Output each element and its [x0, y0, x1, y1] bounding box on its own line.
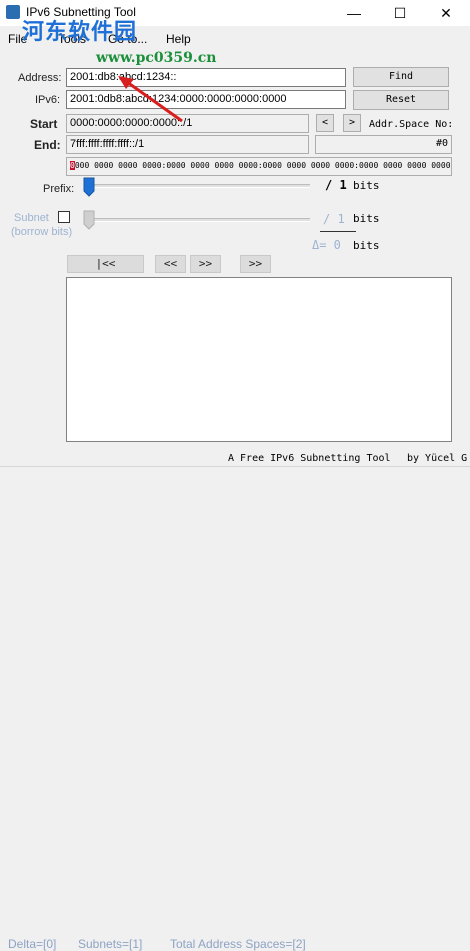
footer-author: by Yücel G: [407, 453, 468, 464]
prefix-slider-thumb[interactable]: [83, 177, 95, 197]
addr-space-label: Addr.Space No:: [369, 119, 454, 130]
find-button[interactable]: Find: [353, 67, 449, 87]
bits-display: 0000 0000 0000 0000:0000 0000 0000 0000:…: [66, 157, 452, 176]
subnet-slider-thumb[interactable]: [83, 210, 95, 230]
delta-value: Δ= 0: [312, 238, 341, 252]
status-delta: Delta=[0]: [8, 937, 57, 951]
maximize-button[interactable]: ☐: [377, 0, 423, 26]
results-list[interactable]: [66, 277, 452, 442]
next-space-button[interactable]: >: [343, 114, 361, 132]
prefix-unit: bits: [353, 179, 380, 192]
addr-space-number: #0: [315, 135, 452, 154]
prefix-value: / 1: [325, 178, 347, 192]
end-label: End:: [34, 138, 61, 152]
watermark-url: www.pc0359.cn: [96, 50, 217, 66]
subnet-checkbox[interactable]: [58, 211, 70, 223]
minimize-button[interactable]: —: [331, 0, 377, 26]
ipv6-field: 2001:0db8:abcd:1234:0000:0000:0000:0000: [66, 90, 346, 109]
last-page-button[interactable]: >>: [240, 255, 271, 273]
status-subnets: Subnets=[1]: [78, 937, 143, 951]
remaining-bits: 000 0000 0000 0000:0000 0000 0000 0000:0…: [74, 161, 451, 170]
start-field: 0000:0000:0000:0000::/1: [66, 114, 309, 133]
status-total: Total Address Spaces=[2]: [170, 937, 306, 951]
subnet-unit: bits: [353, 212, 380, 225]
address-label: Address:: [18, 72, 62, 84]
subnet-borrow-label: (borrow bits): [11, 226, 73, 238]
end-field: 7fff:ffff:ffff:ffff::/1: [66, 135, 309, 154]
prev-page-button[interactable]: <<: [155, 255, 186, 273]
prefix-track: [84, 184, 310, 188]
subnet-value: / 1: [323, 212, 345, 226]
app-icon: [6, 5, 20, 19]
menu-help[interactable]: Help: [166, 32, 191, 46]
start-label: Start: [30, 117, 58, 131]
first-page-button[interactable]: |<<: [67, 255, 144, 273]
prefix-label: Prefix:: [43, 183, 75, 195]
address-input[interactable]: 2001:db8:abcd:1234::: [66, 68, 346, 87]
subnet-label: Subnet: [14, 212, 49, 224]
watermark-text: 河东软件园: [22, 19, 138, 45]
footer-tagline: A Free IPv6 Subnetting Tool: [228, 453, 391, 464]
status-bar: Delta=[0] Subnets=[1] Total Address Spac…: [0, 466, 470, 951]
prev-space-button[interactable]: <: [316, 114, 334, 132]
next-page-button[interactable]: >>: [190, 255, 221, 273]
reset-button[interactable]: Reset: [353, 90, 449, 110]
delta-unit: bits: [353, 239, 380, 252]
ipv6-label: IPv6:: [35, 94, 61, 106]
delta-divider: [320, 231, 356, 232]
subnet-track: [84, 218, 310, 222]
close-button[interactable]: ✕: [423, 0, 469, 26]
